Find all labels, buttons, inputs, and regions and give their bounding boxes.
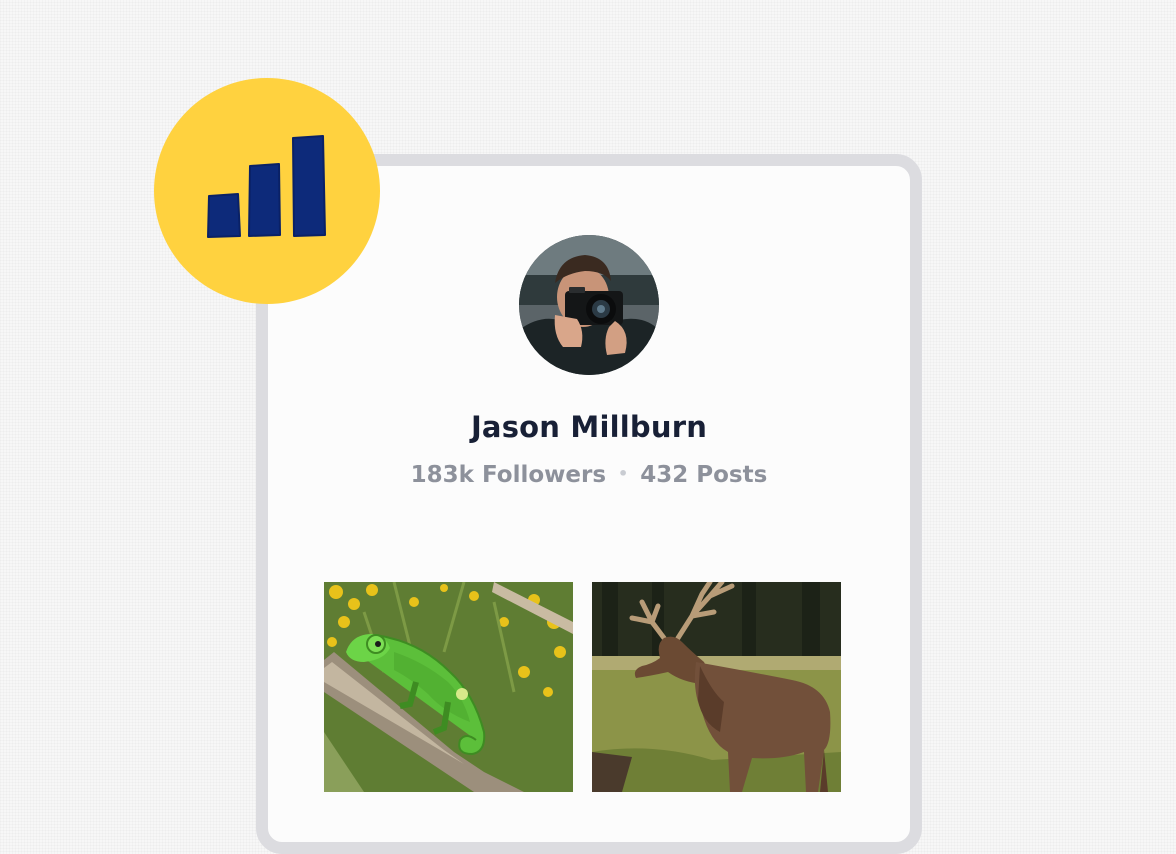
bar-chart-icon [207, 135, 326, 238]
followers-count[interactable]: 183k Followers [411, 462, 606, 488]
avatar[interactable] [519, 235, 659, 375]
posts-count[interactable]: 432 Posts [640, 462, 767, 488]
gallery-photo-deer[interactable] [592, 582, 841, 792]
gallery-photo-chameleon[interactable] [324, 582, 573, 792]
analytics-badge[interactable] [154, 78, 380, 304]
profile-stats: 183k Followers • 432 Posts [256, 462, 922, 488]
profile-name: Jason Millburn [470, 410, 708, 444]
stats-separator: • [618, 464, 629, 483]
